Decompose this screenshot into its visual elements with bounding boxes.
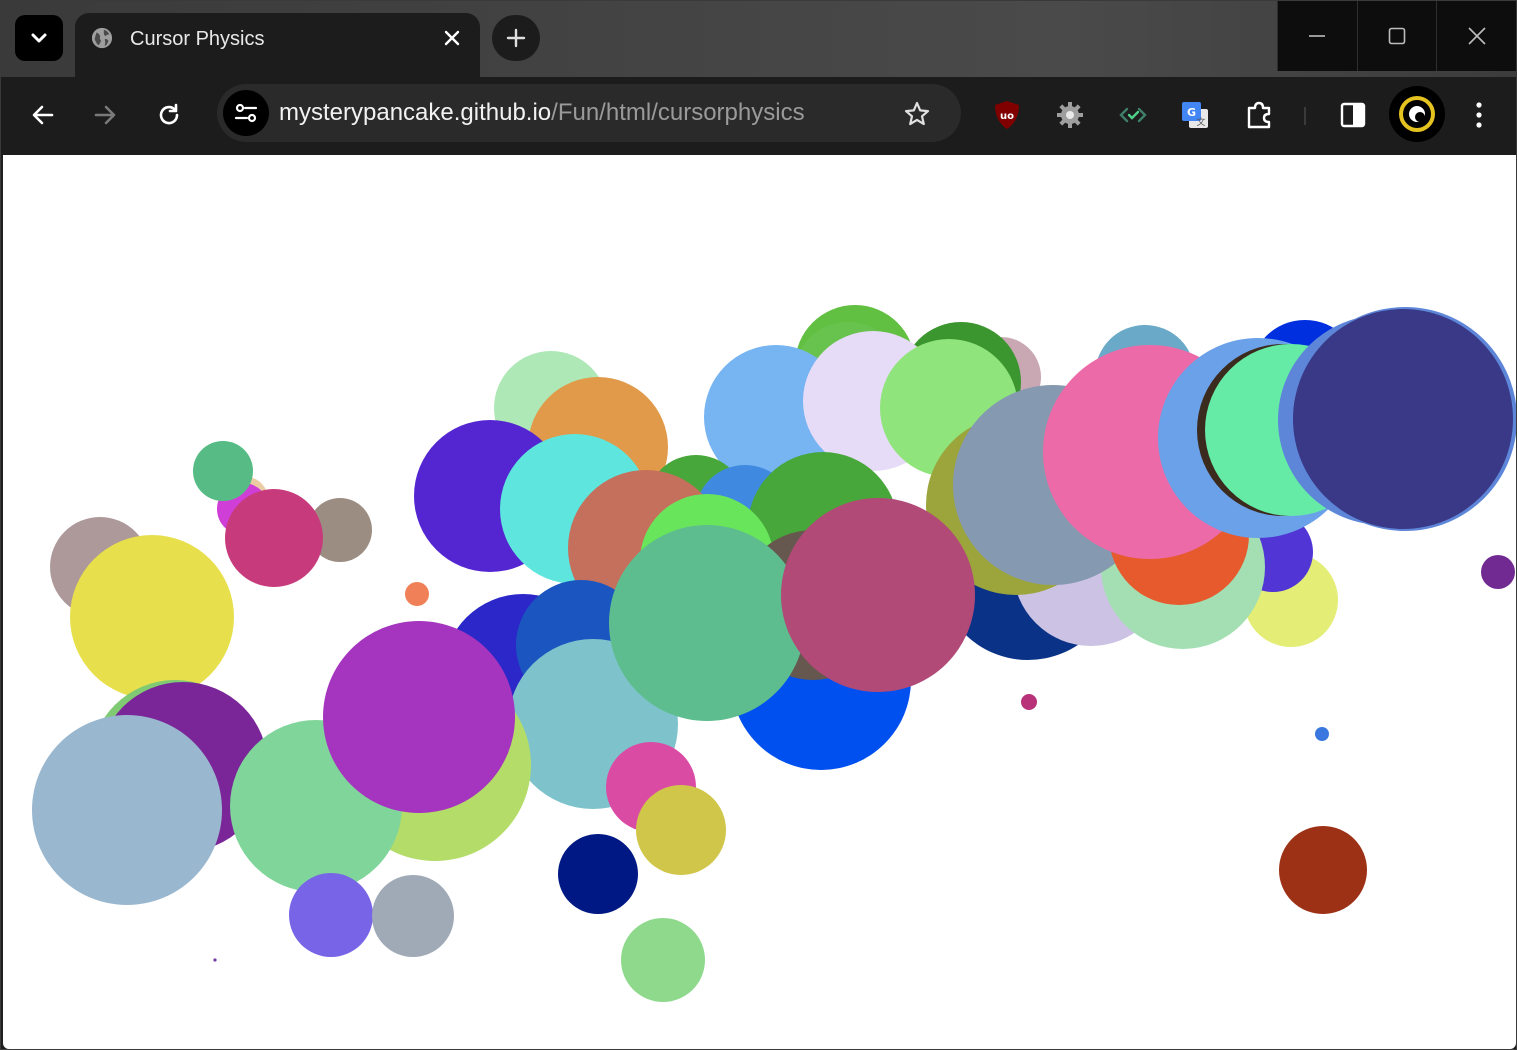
- tab-close-button[interactable]: [439, 25, 465, 51]
- svg-text:G: G: [1187, 106, 1196, 119]
- toolbar-separator: [1304, 107, 1306, 125]
- close-icon: [444, 30, 460, 46]
- url-text: mysterypancake.github.io/Fun/html/cursor…: [279, 99, 805, 127]
- url-host: mysterypancake.github.io: [279, 99, 552, 126]
- code-check-icon: [1119, 107, 1147, 123]
- extensions-button[interactable]: [1237, 93, 1281, 137]
- physics-ball[interactable]: [213, 958, 217, 962]
- site-info-button[interactable]: [223, 90, 269, 136]
- physics-ball[interactable]: [193, 441, 253, 501]
- tab-title: Cursor Physics: [130, 28, 265, 50]
- ublock-origin-button[interactable]: uo: [985, 93, 1029, 137]
- new-tab-button[interactable]: [492, 15, 540, 61]
- side-panel-icon: [1340, 102, 1366, 128]
- bookmark-button[interactable]: [901, 98, 933, 130]
- forward-arrow-icon: [94, 105, 116, 125]
- star-icon: [904, 101, 930, 126]
- physics-ball[interactable]: [558, 834, 638, 914]
- physics-ball[interactable]: [1293, 309, 1513, 529]
- physics-ball[interactable]: [781, 498, 975, 692]
- code-check-button[interactable]: [1111, 93, 1155, 137]
- physics-canvas[interactable]: [3, 155, 1516, 1049]
- maximize-button[interactable]: [1356, 1, 1437, 71]
- back-button[interactable]: [19, 91, 67, 139]
- physics-ball[interactable]: [405, 582, 429, 606]
- window-controls: [1277, 1, 1517, 71]
- reload-icon: [159, 103, 179, 125]
- gear-extension-icon: [1057, 102, 1083, 128]
- physics-ball[interactable]: [323, 621, 515, 813]
- physics-ball[interactable]: [225, 489, 323, 587]
- close-icon: [1468, 27, 1486, 45]
- page-content[interactable]: [3, 155, 1516, 1049]
- chevron-down-icon: [31, 33, 47, 43]
- side-panel-button[interactable]: [1331, 93, 1375, 137]
- window-close-button[interactable]: [1436, 1, 1517, 71]
- kebab-menu-icon: [1476, 102, 1482, 128]
- menu-button[interactable]: [1457, 93, 1501, 137]
- svg-text:文: 文: [1196, 116, 1205, 128]
- tune-icon: [234, 103, 258, 123]
- physics-ball[interactable]: [609, 525, 805, 721]
- maximize-icon: [1388, 27, 1406, 45]
- globe-icon: [91, 27, 113, 49]
- tab-active[interactable]: Cursor Physics: [75, 13, 480, 77]
- minimize-icon: [1309, 35, 1326, 37]
- back-arrow-icon: [32, 105, 54, 125]
- profile-avatar-icon: [1399, 96, 1435, 132]
- ublock-origin-icon: uo: [995, 101, 1019, 129]
- gear-extension-button[interactable]: [1048, 93, 1092, 137]
- physics-ball[interactable]: [1481, 555, 1515, 589]
- physics-ball[interactable]: [1021, 694, 1037, 710]
- forward-button[interactable]: [81, 91, 129, 139]
- browser-window: Cursor Physics mysterypancake.github.io/…: [0, 0, 1517, 1050]
- profile-button[interactable]: [1389, 86, 1445, 142]
- address-bar[interactable]: mysterypancake.github.io/Fun/html/cursor…: [217, 84, 961, 142]
- plus-icon: [506, 28, 526, 48]
- physics-ball[interactable]: [289, 873, 373, 957]
- extensions-puzzle-icon: [1247, 101, 1271, 129]
- physics-ball[interactable]: [636, 785, 726, 875]
- tab-search-button[interactable]: [15, 15, 63, 61]
- physics-ball[interactable]: [621, 918, 705, 1002]
- physics-ball[interactable]: [1315, 727, 1329, 741]
- physics-ball[interactable]: [32, 715, 222, 905]
- reload-button[interactable]: [145, 91, 193, 139]
- google-translate-icon: G文: [1182, 102, 1208, 128]
- google-translate-button[interactable]: G文: [1173, 93, 1217, 137]
- title-bar: Cursor Physics: [1, 1, 1517, 77]
- physics-ball[interactable]: [70, 535, 234, 699]
- minimize-button[interactable]: [1277, 1, 1357, 71]
- url-path: /Fun/html/cursorphysics: [551, 99, 805, 126]
- physics-ball[interactable]: [372, 875, 454, 957]
- toolbar: mysterypancake.github.io/Fun/html/cursor…: [1, 77, 1516, 155]
- svg-text:uo: uo: [1000, 111, 1014, 122]
- physics-ball[interactable]: [1279, 826, 1367, 914]
